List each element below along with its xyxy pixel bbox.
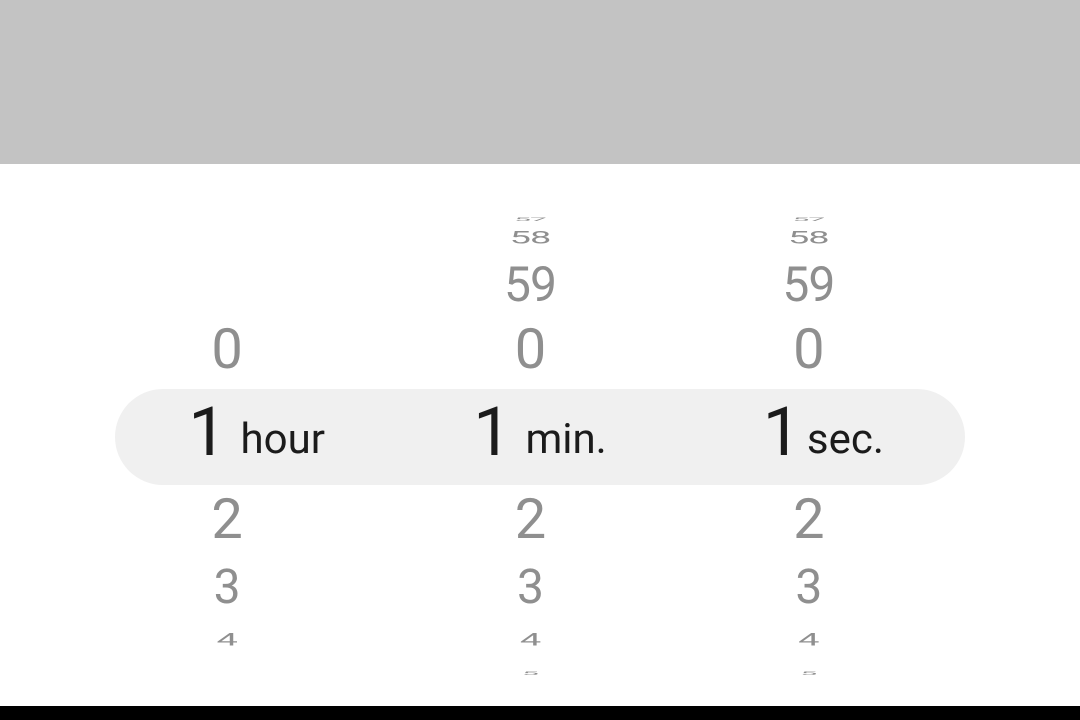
hour-wheel[interactable]: 0 1 hour 2 3 4: [115, 164, 398, 706]
minute-value: 1: [473, 398, 511, 466]
second-selected: 1 sec.: [682, 398, 965, 478]
minute-wheel[interactable]: 57 58 59 0 1 min. 2 3 4 5: [398, 164, 681, 706]
second-option: 59: [682, 256, 965, 313]
second-value: 1: [763, 398, 801, 466]
hour-option: 0: [115, 316, 398, 382]
second-option: 57: [682, 217, 965, 222]
bottom-bar: [0, 706, 1080, 720]
picker-columns: 0 1 hour 2 3 4 57 58 59 0 1 min. 2 3 4 5: [115, 164, 965, 706]
second-option: 3: [682, 558, 965, 615]
header-bar: [0, 0, 1080, 164]
hour-option: 2: [115, 486, 398, 552]
second-label: sec.: [807, 419, 884, 461]
hour-value: 1: [188, 398, 226, 466]
minute-selected: 1 min.: [398, 398, 681, 478]
minute-option: 2: [398, 486, 681, 552]
hour-option: 3: [115, 558, 398, 615]
time-picker: 0 1 hour 2 3 4 57 58 59 0 1 min. 2 3 4 5: [0, 164, 1080, 706]
minute-option: 57: [398, 217, 681, 222]
minute-option: 5: [398, 671, 681, 676]
minute-option: 59: [398, 256, 681, 313]
minute-option: 3: [398, 558, 681, 615]
minute-label: min.: [525, 419, 606, 461]
hour-selected: 1 hour: [115, 398, 398, 478]
second-option: 2: [682, 486, 965, 552]
second-option: 58: [682, 228, 965, 248]
hour-option: 4: [115, 630, 398, 650]
minute-option: 4: [398, 630, 681, 650]
second-option: 0: [682, 316, 965, 382]
hour-label: hour: [241, 419, 325, 461]
second-option: 4: [682, 630, 965, 650]
minute-option: 58: [398, 228, 681, 248]
second-wheel[interactable]: 57 58 59 0 1 sec. 2 3 4 5: [682, 164, 965, 706]
second-option: 5: [682, 671, 965, 676]
minute-option: 0: [398, 316, 681, 382]
